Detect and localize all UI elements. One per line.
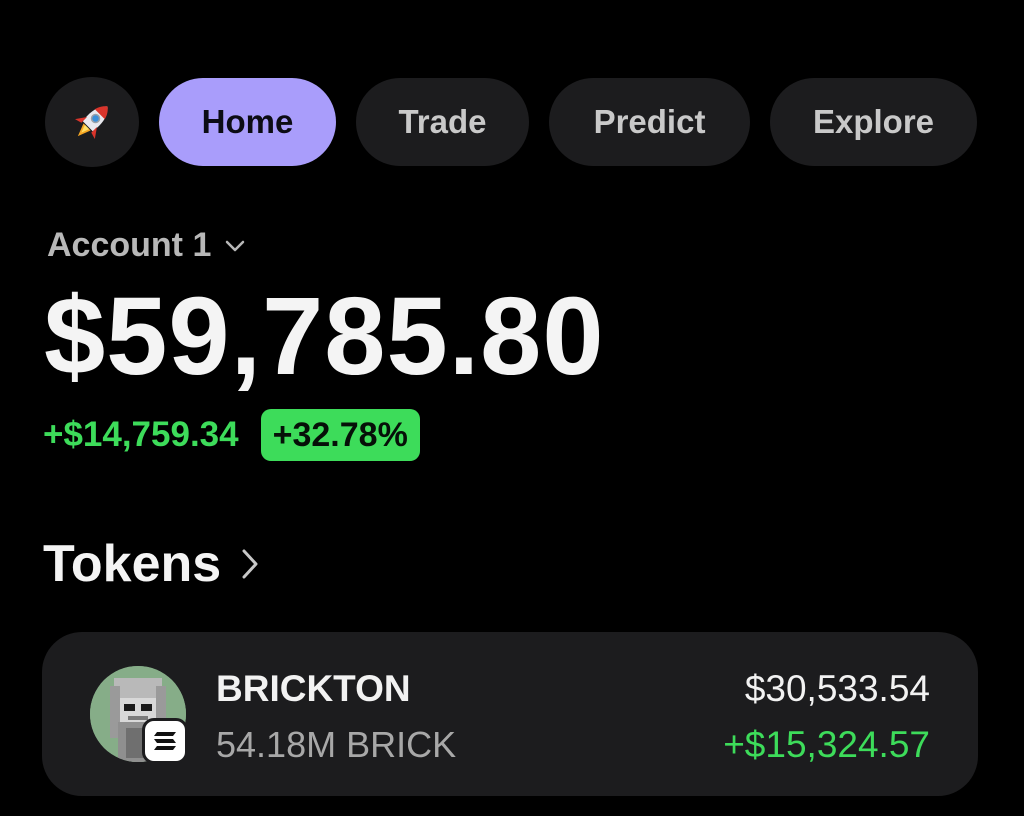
- chevron-right-icon: [241, 548, 259, 580]
- chevron-down-icon: [225, 240, 245, 252]
- change-percent-badge: +32.78%: [260, 409, 420, 461]
- token-name: BRICKTON: [216, 668, 411, 709]
- token-change: +$15,324.57: [723, 724, 930, 765]
- tab-explore[interactable]: Explore: [770, 78, 977, 166]
- tab-predict[interactable]: Predict: [549, 78, 750, 166]
- total-balance: $59,785.80: [44, 275, 605, 398]
- account-selector[interactable]: Account 1: [47, 226, 245, 265]
- token-value: $30,533.54: [744, 668, 930, 709]
- wallet-home-screen: Home Trade Predict Explore Account 1 $59…: [0, 0, 1024, 816]
- tokens-title: Tokens: [43, 535, 222, 593]
- change-amount: +$14,759.34: [43, 415, 239, 454]
- token-row[interactable]: BRICKTON 54.18M BRICK $30,533.54 +$15,32…: [42, 632, 978, 796]
- solana-icon: [142, 718, 188, 764]
- top-nav: Home Trade Predict Explore: [45, 77, 977, 167]
- logo-button[interactable]: [45, 77, 139, 167]
- rocket-icon: [75, 106, 108, 139]
- tokens-header[interactable]: Tokens: [43, 534, 259, 594]
- tab-trade[interactable]: Trade: [356, 78, 529, 166]
- account-name: Account 1: [47, 226, 212, 264]
- balance-change: +$14,759.34 +32.78%: [43, 409, 420, 461]
- tab-home[interactable]: Home: [159, 78, 336, 166]
- token-amount: 54.18M BRICK: [216, 724, 457, 765]
